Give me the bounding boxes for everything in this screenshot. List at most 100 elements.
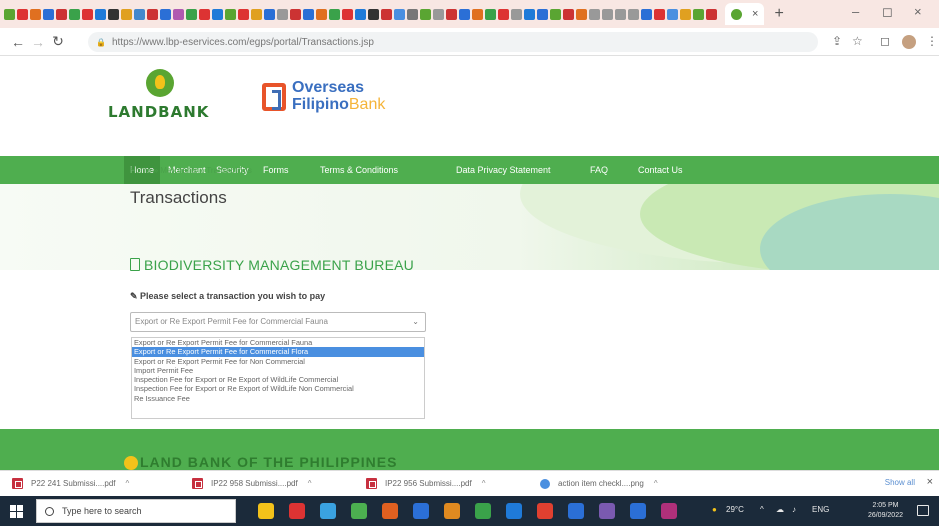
taskbar-app-icon[interactable] <box>661 503 677 519</box>
download-item[interactable]: IP22 958 Submissi....pdf ^ <box>192 476 311 491</box>
system-clock[interactable]: 2:05 PM 26/09/2022 <box>868 501 903 521</box>
tab-favicon-icon[interactable] <box>290 8 301 20</box>
transaction-option[interactable]: Export or Re Export Permit Fee for Non C… <box>132 357 424 366</box>
nav-terms[interactable]: Terms & Conditions <box>320 156 398 184</box>
transaction-option[interactable]: Re Issuance Fee <box>132 394 424 403</box>
taskbar-app-icon[interactable] <box>630 503 646 519</box>
transaction-option[interactable]: Import Permit Fee <box>132 366 424 375</box>
back-arrow-icon[interactable]: ← <box>8 34 28 50</box>
reload-icon[interactable]: ↻ <box>48 33 68 50</box>
chevron-up-icon[interactable]: ^ <box>482 479 486 488</box>
transaction-option[interactable]: Export or Re Export Permit Fee for Comme… <box>132 347 424 357</box>
taskbar-app-icon[interactable] <box>382 503 398 519</box>
active-tab[interactable]: × <box>725 3 765 25</box>
tab-favicon-icon[interactable] <box>667 8 678 20</box>
taskbar-app-icon[interactable] <box>444 503 460 519</box>
tab-favicon-icon[interactable] <box>576 8 587 20</box>
tab-favicon-icon[interactable] <box>420 8 431 20</box>
tab-favicon-icon[interactable] <box>108 8 119 20</box>
tab-favicon-icon[interactable] <box>17 8 28 20</box>
tab-favicon-icon[interactable] <box>446 8 457 20</box>
tab-favicon-icon[interactable] <box>550 8 561 20</box>
tab-favicon-icon[interactable] <box>134 8 145 20</box>
chevron-up-icon[interactable]: ^ <box>308 479 312 488</box>
tab-favicon-icon[interactable] <box>524 8 535 20</box>
tab-favicon-icon[interactable] <box>641 8 652 20</box>
tab-favicon-icon[interactable] <box>537 8 548 20</box>
url-field[interactable]: 🔒 https://www.lbp-eservices.com/egps/por… <box>88 32 818 52</box>
download-item[interactable]: action item checkl....png ^ <box>540 476 658 491</box>
tab-favicon-icon[interactable] <box>706 8 717 20</box>
taskbar-app-icon[interactable] <box>506 503 522 519</box>
tab-favicon-icon[interactable] <box>472 8 483 20</box>
tab-close-icon[interactable]: × <box>752 8 758 20</box>
background-tabs[interactable] <box>4 8 719 20</box>
taskbar-app-icon[interactable] <box>537 503 553 519</box>
tab-favicon-icon[interactable] <box>485 8 496 20</box>
tab-favicon-icon[interactable] <box>56 8 67 20</box>
tab-favicon-icon[interactable] <box>82 8 93 20</box>
tray-chevron-icon[interactable]: ^ <box>760 505 764 514</box>
chevron-up-icon[interactable]: ^ <box>654 479 658 488</box>
tab-favicon-icon[interactable] <box>303 8 314 20</box>
tab-favicon-icon[interactable] <box>95 8 106 20</box>
tab-favicon-icon[interactable] <box>160 8 171 20</box>
tab-favicon-icon[interactable] <box>602 8 613 20</box>
taskbar-app-icon[interactable] <box>289 503 305 519</box>
bookmark-star-icon[interactable]: ☆ <box>852 34 863 48</box>
tab-favicon-icon[interactable] <box>511 8 522 20</box>
taskbar-app-icon[interactable] <box>413 503 429 519</box>
tab-favicon-icon[interactable] <box>212 8 223 20</box>
share-icon[interactable]: ⇪ <box>832 34 842 48</box>
transaction-option[interactable]: Export or Re Export Permit Fee for Comme… <box>132 338 424 347</box>
tab-favicon-icon[interactable] <box>121 8 132 20</box>
forward-arrow-icon[interactable]: → <box>28 34 48 50</box>
restore-button[interactable]: ◻ <box>882 4 893 20</box>
taskbar-app-icon[interactable] <box>258 503 274 519</box>
minimize-button[interactable]: – <box>852 4 859 19</box>
download-item[interactable]: P22 241 Submissi....pdf ^ <box>12 476 129 491</box>
tab-favicon-icon[interactable] <box>628 8 639 20</box>
tab-favicon-icon[interactable] <box>147 8 158 20</box>
tab-favicon-icon[interactable] <box>368 8 379 20</box>
tab-favicon-icon[interactable] <box>394 8 405 20</box>
breadcrumb[interactable]: Home » Merchants » Transactions <box>130 166 252 175</box>
tab-favicon-icon[interactable] <box>316 8 327 20</box>
notification-icon[interactable] <box>917 505 929 516</box>
tab-favicon-icon[interactable] <box>381 8 392 20</box>
download-item[interactable]: IP22 956 Submissi....pdf ^ <box>366 476 485 491</box>
tab-favicon-icon[interactable] <box>615 8 626 20</box>
weather-temp[interactable]: 29°C <box>726 505 744 514</box>
tab-favicon-icon[interactable] <box>225 8 236 20</box>
close-downloads-icon[interactable]: × <box>927 476 933 488</box>
nav-contact[interactable]: Contact Us <box>638 156 683 184</box>
tab-favicon-icon[interactable] <box>329 8 340 20</box>
transaction-option[interactable]: Inspection Fee for Export or Re Export o… <box>132 375 424 384</box>
ofb-logo[interactable]: Overseas FilipinoBank <box>262 79 462 119</box>
chevron-up-icon[interactable]: ^ <box>126 479 130 488</box>
transaction-option[interactable]: Inspection Fee for Export or Re Export o… <box>132 384 424 393</box>
network-icon[interactable]: ☁ <box>776 505 784 514</box>
tab-favicon-icon[interactable] <box>589 8 600 20</box>
tab-favicon-icon[interactable] <box>173 8 184 20</box>
tab-favicon-icon[interactable] <box>654 8 665 20</box>
taskbar-app-icon[interactable] <box>475 503 491 519</box>
tab-favicon-icon[interactable] <box>30 8 41 20</box>
tab-favicon-icon[interactable] <box>407 8 418 20</box>
tab-favicon-icon[interactable] <box>43 8 54 20</box>
volume-icon[interactable]: ♪ <box>792 505 796 514</box>
taskbar-app-icon[interactable] <box>320 503 336 519</box>
language-indicator[interactable]: ENG <box>812 505 829 514</box>
tab-favicon-icon[interactable] <box>277 8 288 20</box>
tab-favicon-icon[interactable] <box>251 8 262 20</box>
tab-favicon-icon[interactable] <box>199 8 210 20</box>
taskbar-search-box[interactable]: Type here to search <box>36 499 236 523</box>
nav-data-privacy[interactable]: Data Privacy Statement <box>456 156 551 184</box>
taskbar-app-icon[interactable] <box>599 503 615 519</box>
tab-search-icon[interactable]: ◻ <box>880 34 890 48</box>
tab-favicon-icon[interactable] <box>563 8 574 20</box>
windows-start-icon[interactable] <box>10 505 23 518</box>
more-menu-icon[interactable]: ⋮ <box>926 34 938 48</box>
taskbar-app-icon[interactable] <box>351 503 367 519</box>
nav-forms[interactable]: Forms <box>263 156 289 184</box>
